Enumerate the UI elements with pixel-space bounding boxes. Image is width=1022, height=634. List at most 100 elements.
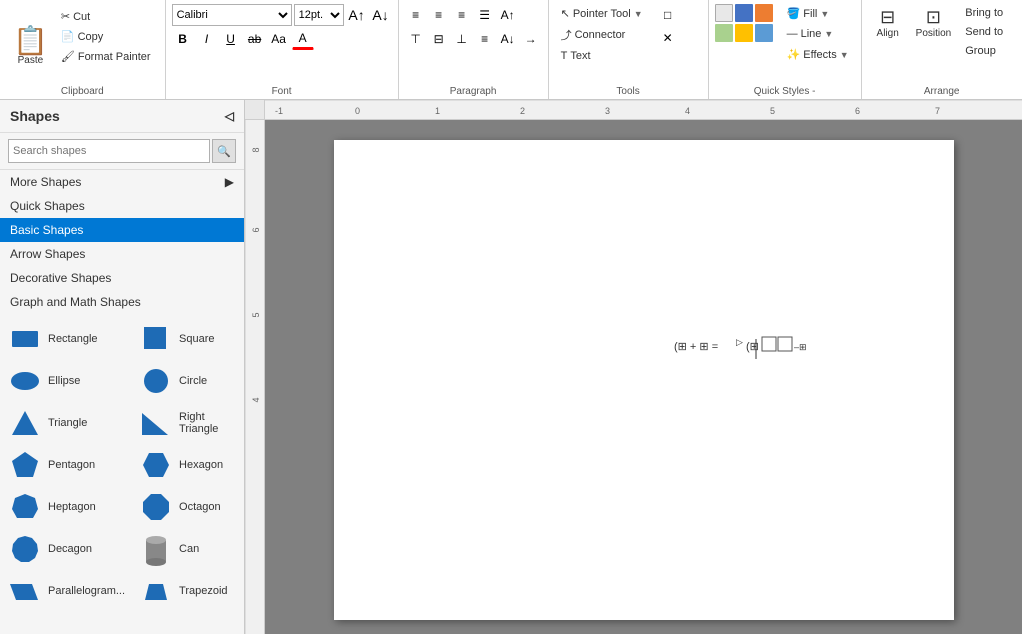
list-item[interactable]: Square [135, 320, 240, 358]
octagon-icon [141, 492, 171, 522]
list-item[interactable]: Octagon [135, 488, 240, 526]
ellipse-icon [10, 366, 40, 396]
clipboard-label: Clipboard [0, 86, 165, 97]
font-color-button[interactable]: A [292, 28, 314, 50]
vertical-ruler: 8 6 5 4 [245, 120, 265, 634]
svg-text:5: 5 [251, 312, 261, 317]
paragraph-label: Paragraph [399, 86, 548, 97]
more-shapes-arrow: ▶ [225, 175, 234, 189]
pentagon-icon [10, 450, 40, 480]
decagon-icon [10, 534, 40, 564]
bring-to-button[interactable]: Bring to [959, 4, 1009, 22]
svg-text:3: 3 [605, 106, 610, 116]
main-area: Shapes ◁ 🔍 More Shapes ▶ Quick Shapes Ba… [0, 100, 1022, 634]
pointer-icon: ↖ [561, 7, 570, 20]
canvas[interactable]: (⊞ + ⊞ = ▷ (⊞ –⊞ [265, 120, 1022, 634]
underline-button[interactable]: U [220, 28, 242, 50]
list-item[interactable]: Triangle [4, 404, 131, 442]
can-icon [141, 534, 171, 564]
sidebar-item-quick-shapes[interactable]: Quick Shapes [0, 194, 244, 218]
decrease-font-button[interactable]: A↓ [370, 4, 392, 26]
align-bottom-button[interactable]: ⊥ [451, 28, 473, 50]
shape-styles-label: Quick Styles - [709, 86, 861, 97]
search-button[interactable]: 🔍 [212, 139, 236, 163]
list-item[interactable]: Right Triangle [135, 404, 240, 442]
copy-button[interactable]: 📄 Copy [55, 27, 157, 46]
group-button[interactable]: Group [959, 42, 1009, 60]
increase-indent-button[interactable]: A↑ [497, 4, 519, 26]
connector-button[interactable]: ⤴ Connector [555, 24, 649, 46]
align-top-button[interactable]: ⊤ [405, 28, 427, 50]
align-button[interactable]: ⊟ Align [868, 4, 908, 42]
tools-group: ↖ Pointer Tool ▼ ⤴ Connector T Text □ ✕ … [549, 0, 709, 99]
paste-button[interactable]: 📋 Paste [8, 4, 53, 69]
align-middle-button[interactable]: ⊟ [428, 28, 450, 50]
clipboard-group: 📋 Paste ✂ Cut 📄 Copy 🖌 Format Painter Cl… [0, 0, 166, 99]
sidebar-item-more-shapes[interactable]: More Shapes ▶ [0, 170, 244, 194]
justify-button[interactable]: ≡ [474, 28, 496, 50]
list-item[interactable]: Decagon [4, 530, 131, 568]
formula-content: (⊞ + ⊞ = ▷ (⊞ –⊞ [674, 325, 814, 375]
svg-text:4: 4 [251, 397, 261, 402]
parallelogram-icon [10, 576, 40, 606]
pointer-tool-button[interactable]: ↖ Pointer Tool ▼ [555, 4, 649, 23]
list-item[interactable]: Pentagon [4, 446, 131, 484]
pointer-dropdown[interactable]: ▼ [634, 9, 643, 19]
indent-button[interactable]: → [520, 28, 542, 50]
shape-styles-group: 🪣 Fill ▼ — Line ▼ ✨ Effects ▼ Quick Styl… [709, 0, 862, 99]
align-right-button[interactable]: ≡ [451, 4, 473, 26]
list-item[interactable]: Hexagon [135, 446, 240, 484]
list-item[interactable]: Heptagon [4, 488, 131, 526]
send-to-button[interactable]: Send to [959, 23, 1009, 41]
tools-label: Tools [549, 86, 708, 97]
sidebar-item-arrow-shapes[interactable]: Arrow Shapes [0, 242, 244, 266]
shape-select-button[interactable]: □ [657, 4, 679, 26]
ribbon: 📋 Paste ✂ Cut 📄 Copy 🖌 Format Painter Cl… [0, 0, 1022, 100]
fill-button[interactable]: 🪣 Fill ▼ [781, 4, 855, 23]
position-button[interactable]: ⊡ Position [911, 4, 957, 42]
paste-label: Paste [18, 55, 44, 66]
content-area: -1 0 1 2 3 4 5 6 7 8 6 5 [245, 100, 1022, 634]
collapse-button[interactable]: ◁ [225, 109, 234, 123]
sidebar-item-decorative-shapes[interactable]: Decorative Shapes [0, 266, 244, 290]
x-button[interactable]: ✕ [657, 27, 679, 49]
arrange-label: Arrange [862, 86, 1022, 97]
align-left-button[interactable]: ≡ [405, 4, 427, 26]
list-item[interactable]: Circle [135, 362, 240, 400]
position-icon: ⊡ [926, 7, 941, 28]
align-center-button[interactable]: ≡ [428, 4, 450, 26]
list-item[interactable]: Parallelogram... [4, 572, 131, 610]
quick-styles-grid[interactable] [715, 4, 773, 42]
cut-button[interactable]: ✂ Cut [55, 7, 157, 26]
sidebar-item-basic-shapes[interactable]: Basic Shapes [0, 218, 244, 242]
line-button[interactable]: — Line ▼ [781, 25, 855, 43]
italic-button[interactable]: I [196, 28, 218, 50]
svg-text:0: 0 [355, 106, 360, 116]
list-item[interactable]: Ellipse [4, 362, 131, 400]
svg-text:-1: -1 [275, 106, 283, 116]
decrease-indent-button[interactable]: A↓ [497, 28, 519, 50]
shapes-nav: More Shapes ▶ Quick Shapes Basic Shapes … [0, 170, 244, 314]
horizontal-ruler: -1 0 1 2 3 4 5 6 7 [245, 100, 1022, 120]
search-input[interactable] [8, 139, 210, 163]
bold-button[interactable]: B [172, 28, 194, 50]
align-icon: ⊟ [880, 7, 895, 28]
list-item[interactable]: Rectangle [4, 320, 131, 358]
font-size-aa-button[interactable]: Aa [268, 28, 290, 50]
text-icon: T [561, 50, 568, 62]
effects-button[interactable]: ✨ Effects ▼ [781, 45, 855, 64]
sidebar-item-graph-math-shapes[interactable]: Graph and Math Shapes [0, 290, 244, 314]
font-family-select[interactable]: Calibri [172, 4, 292, 26]
increase-font-button[interactable]: A↑ [346, 4, 368, 26]
paragraph-group: ≡ ≡ ≡ ☰ A↑ ⊤ ⊟ ⊥ ≡ A↓ → Paragraph [399, 0, 549, 99]
text-button[interactable]: T Text [555, 47, 649, 65]
font-size-select[interactable]: 12pt. [294, 4, 344, 26]
bullet-list-button[interactable]: ☰ [474, 4, 496, 26]
triangle-icon [10, 408, 40, 438]
strikethrough-button[interactable]: ab [244, 28, 266, 50]
svg-text:1: 1 [435, 106, 440, 116]
list-item[interactable]: Can [135, 530, 240, 568]
square-icon [141, 324, 171, 354]
list-item[interactable]: Trapezoid [135, 572, 240, 610]
format-painter-button[interactable]: 🖌 Format Painter [55, 47, 157, 66]
